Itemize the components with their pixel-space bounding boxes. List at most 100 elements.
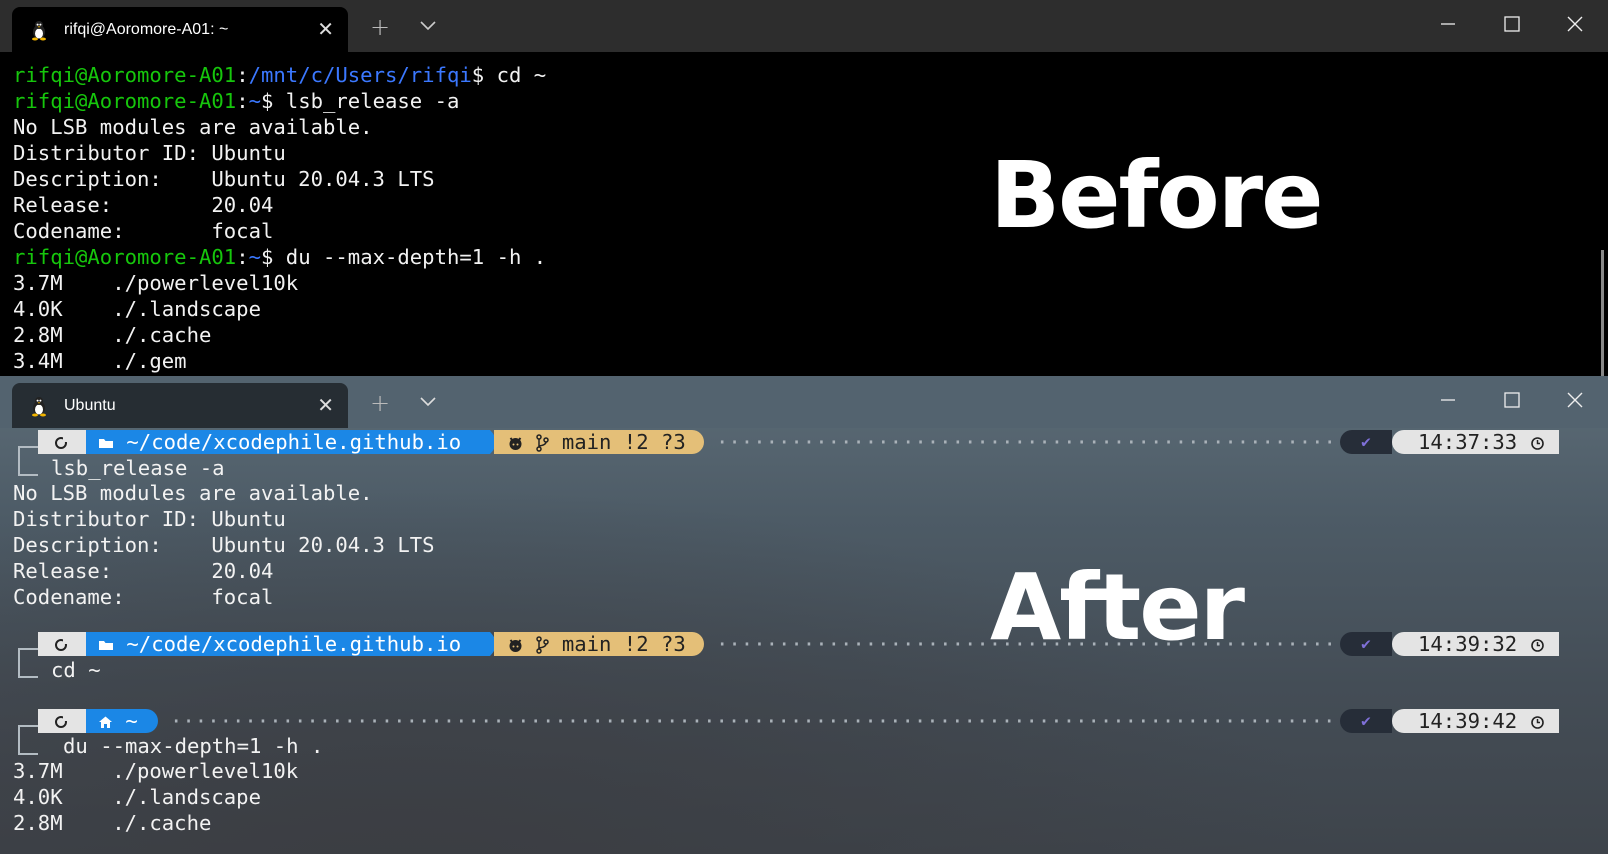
close-icon[interactable] (1563, 388, 1587, 412)
git-status: main !2 ?3 (561, 430, 686, 454)
terminal-text: $ lsb_release -a (261, 89, 460, 113)
os-segment (38, 632, 86, 656)
os-segment (38, 430, 86, 454)
command-text: du --max-depth=1 -h . (63, 734, 324, 758)
output-line: 3.7M ./powerlevel10k (13, 759, 299, 783)
terminal-text: 3.4M ./.gem (13, 349, 187, 373)
command-output[interactable]: 3.7M ./powerlevel10k 4.0K ./.landscape 2.8… (13, 758, 298, 836)
github-icon (509, 639, 522, 652)
terminal-text: ~ (248, 89, 261, 113)
clock-icon (1530, 716, 1544, 729)
terminal-text: rifqi@Aoromore-A01 (13, 63, 237, 87)
git-segment: main !2 ?3 (494, 632, 704, 656)
command-text: lsb_release -a (51, 456, 225, 480)
time: 14:39:42 (1418, 709, 1518, 733)
maximize-icon[interactable] (1500, 388, 1524, 412)
terminal-text: rifqi@Aoromore-A01 (13, 89, 237, 113)
plus-icon[interactable]: + (370, 14, 390, 40)
terminal-line: rifqi@Aoromore-A01:~$ du --max-depth=1 -… (13, 244, 546, 270)
prompt-connector (18, 725, 38, 755)
output-line: Release: 20.04 (13, 559, 274, 583)
tab-title: rifqi@Aoromore-A01: ~ (64, 20, 229, 38)
minimize-icon[interactable] (1436, 12, 1460, 36)
close-tab-icon[interactable]: ✕ (317, 17, 334, 41)
directory-path: ~/code/xcodephile.github.io (126, 430, 462, 454)
output-line: Description: Ubuntu 20.04.3 LTS (13, 533, 435, 557)
output-line: Codename: focal (13, 585, 274, 609)
terminal-line: rifqi@Aoromore-A01:/mnt/c/Users/rifqi$ c… (13, 62, 546, 88)
prompt-filler-dots: ········································… (170, 709, 1334, 733)
output-line: Distributor ID: Ubuntu (13, 507, 286, 531)
git-segment: main !2 ?3 (494, 430, 704, 454)
terminal-line: Distributor ID: Ubuntu (13, 140, 546, 166)
directory-segment: ~/code/xcodephile.github.io (86, 430, 490, 454)
prompt-connector (18, 446, 38, 476)
checkmark-icon: ✔ (1361, 432, 1371, 451)
terminal-window-after: Ubuntu ✕ + ~/code/xcodephile.github.io m… (0, 376, 1608, 854)
terminal-text: Description: Ubuntu 20.04.3 LTS (13, 167, 435, 191)
plus-icon[interactable]: + (370, 390, 390, 416)
folder-icon (99, 641, 113, 650)
linux-penguin-icon (32, 396, 46, 416)
checkmark-icon: ✔ (1361, 634, 1371, 653)
prompt-line: ~/code/xcodephile.github.io main !2 ?3 ·… (0, 631, 1608, 657)
terminal-line: Codename: focal (13, 218, 546, 244)
command-text: cd ~ (51, 658, 101, 682)
prompt-line: ~/code/xcodephile.github.io main !2 ?3 ·… (0, 429, 1608, 455)
terminal-text: $ cd ~ (471, 63, 547, 87)
git-branch-icon (536, 434, 550, 452)
terminal-line: rifqi@Aoromore-A01:~$ lsb_release -a (13, 88, 546, 114)
terminal-text: 2.8M ./.cache (13, 323, 212, 347)
linux-penguin-icon (32, 20, 46, 40)
after-label: After (990, 554, 1245, 661)
terminal-text: No LSB modules are available. (13, 115, 373, 139)
directory-segment: ~/code/xcodephile.github.io (86, 632, 490, 656)
prompt-line: ~ ······································… (0, 708, 1608, 734)
checkmark-icon: ✔ (1361, 711, 1371, 730)
terminal-text: : (236, 245, 249, 269)
terminal-window-before: rifqi@Aoromore-A01: ~ ✕ + rifqi@Aoromore… (0, 0, 1608, 376)
output-line: No LSB modules are available. (13, 481, 373, 505)
title-bar[interactable]: Ubuntu ✕ + (0, 376, 1608, 428)
time-segment: 14:39:42 (1392, 709, 1559, 733)
terminal-line: Description: Ubuntu 20.04.3 LTS (13, 166, 546, 192)
terminal-text: Distributor ID: Ubuntu (13, 141, 286, 165)
prompt-connector (18, 648, 38, 678)
close-tab-icon[interactable]: ✕ (317, 393, 334, 417)
prompt-filler-dots: ········································… (716, 430, 1334, 454)
terminal-line: 3.4M ./.gem (13, 348, 546, 374)
output-line: 4.0K ./.landscape (13, 785, 261, 809)
terminal-text: ~ (248, 245, 261, 269)
chevron-down-icon[interactable] (418, 390, 438, 412)
directory-path: ~ (125, 709, 138, 733)
title-bar[interactable]: rifqi@Aoromore-A01: ~ ✕ + (0, 0, 1608, 52)
git-branch-icon (536, 636, 550, 654)
terminal-line: No LSB modules are available. (13, 114, 546, 140)
minimize-icon[interactable] (1436, 388, 1460, 412)
directory-path: ~/code/xcodephile.github.io (126, 632, 462, 656)
terminal-output[interactable]: rifqi@Aoromore-A01:/mnt/c/Users/rifqi$ c… (13, 62, 546, 374)
terminal-line: 3.7M ./powerlevel10k (13, 270, 546, 296)
time-segment: 14:37:33 (1392, 430, 1559, 454)
time: 14:37:33 (1418, 430, 1518, 454)
terminal-text: 3.7M ./powerlevel10k (13, 271, 299, 295)
git-status: main !2 ?3 (561, 632, 686, 656)
status-segment: ✔ (1340, 430, 1392, 454)
tab-active[interactable]: rifqi@Aoromore-A01: ~ ✕ (12, 7, 348, 52)
folder-icon (99, 439, 113, 448)
command-output[interactable]: No LSB modules are available. Distributor… (13, 480, 435, 610)
directory-segment: ~ (86, 709, 158, 733)
os-icon (55, 437, 68, 449)
scrollbar[interactable] (1601, 250, 1604, 376)
maximize-icon[interactable] (1500, 12, 1524, 36)
terminal-text: Release: 20.04 (13, 193, 274, 217)
terminal-text: 4.0K ./.landscape (13, 297, 261, 321)
tab-title: Ubuntu (64, 396, 116, 414)
os-segment (38, 709, 86, 733)
github-icon (509, 437, 522, 450)
chevron-down-icon[interactable] (418, 14, 438, 36)
close-icon[interactable] (1563, 12, 1587, 36)
os-icon (55, 639, 68, 651)
tab-active[interactable]: Ubuntu ✕ (12, 383, 348, 428)
terminal-line: 2.8M ./.cache (13, 322, 546, 348)
